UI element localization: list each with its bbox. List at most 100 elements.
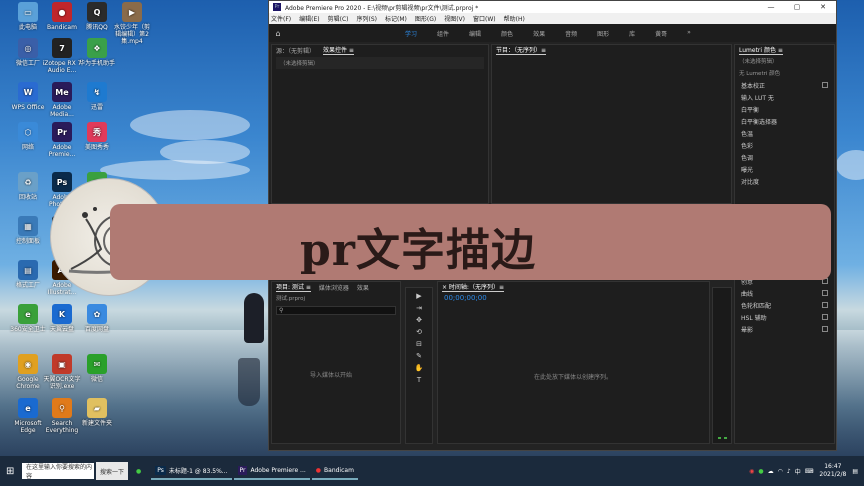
pen-tool-icon[interactable]: ✎: [406, 350, 432, 362]
workspace-assembly[interactable]: 组件: [437, 29, 449, 38]
lumetri-basic[interactable]: 基本校正: [735, 79, 834, 91]
tray-cloud-icon[interactable]: ☁: [768, 468, 774, 475]
minimize-button[interactable]: —: [758, 3, 784, 11]
lumetri-input-lut[interactable]: 输入 LUT 无: [735, 91, 834, 103]
tray-wifi-icon[interactable]: ◠: [778, 468, 783, 475]
desktop-icon-new-folder[interactable]: ▰ 新建文件夹: [77, 398, 117, 427]
lumetri-color-wheels[interactable]: 色轮和匹配: [735, 299, 834, 311]
desktop-icon-izotope[interactable]: 7 iZotope RX 7 Audio E...: [42, 38, 82, 74]
ime-indicator[interactable]: 中: [795, 467, 801, 476]
ocr-app-icon: ▣: [52, 354, 72, 374]
desktop-icon-baidu-pan[interactable]: ✿ 百度网盘: [77, 304, 117, 333]
tab-effect-controls[interactable]: 效果控件 ≡: [323, 45, 354, 55]
more-workspaces-icon[interactable]: »: [687, 29, 691, 38]
desktop-icon-xunlei[interactable]: ↯ 迅雷: [77, 82, 117, 111]
maximize-button[interactable]: ▢: [784, 3, 810, 11]
tray-bandicam-icon[interactable]: ◉: [749, 468, 754, 475]
tab-media-browser[interactable]: 媒体浏览器: [319, 283, 349, 292]
menu-edit[interactable]: 编辑(E): [299, 14, 319, 23]
runner-reflection: [238, 358, 260, 406]
desktop-icon-tianyi-cloud[interactable]: K 天翼云盘: [42, 304, 82, 333]
window-title: Adobe Premiere Pro 2020 - E:\视频\pr剪辑视频\p…: [285, 4, 479, 12]
lumetri-exposure[interactable]: 曝光: [735, 163, 834, 175]
desktop-icon-huawei-assistant[interactable]: ❖ 华为手机助手: [77, 38, 117, 67]
search-button[interactable]: 搜索一下: [96, 462, 129, 480]
tray-volume-icon[interactable]: ♪: [787, 468, 791, 475]
notification-icon[interactable]: ▤: [852, 468, 858, 475]
taskbar-search-input[interactable]: 在这里输入你要搜索的内容: [22, 463, 94, 480]
lumetri-contrast[interactable]: 对比度: [735, 175, 834, 187]
workspace-color[interactable]: 颜色: [501, 29, 513, 38]
menu-graphics[interactable]: 图形(G): [415, 14, 436, 23]
tray-wechat-icon[interactable]: ●: [758, 468, 763, 475]
desktop-icon-label: 控制面板: [15, 238, 40, 245]
desktop-icon-label: 天翼OCR文字识别.exe: [43, 376, 81, 390]
lumetri-vignette[interactable]: 晕影: [735, 323, 834, 335]
tab-effects[interactable]: 效果: [357, 283, 369, 292]
type-tool-icon[interactable]: T: [406, 374, 432, 386]
lumetri-white-balance[interactable]: 白平衡: [735, 103, 834, 115]
tab-timeline[interactable]: × 时间轴:（无序列）≡: [442, 282, 504, 292]
track-select-tool-icon[interactable]: ⇥: [406, 302, 432, 314]
desktop-icon-label: Adobe Media...: [50, 104, 74, 118]
tab-program[interactable]: 节目：（无序列）≡: [496, 45, 547, 55]
desktop-icon-video-file[interactable]: ▶ 水饺少年（剪辑编辑）第2集.mp4: [112, 2, 152, 45]
tab-source[interactable]: 源：（无剪辑）: [276, 46, 315, 55]
desktop-icon-meitu[interactable]: 秀美图秀秀: [77, 122, 117, 151]
task-premiere[interactable]: Pr Adobe Premiere ...: [233, 462, 310, 480]
timeline-timecode[interactable]: 00;00;00;00: [438, 292, 709, 304]
desktop-icon-adobe-premiere[interactable]: Pr Adobe Premie...: [42, 122, 82, 158]
tray-keyboard-icon[interactable]: ⌨: [805, 468, 814, 475]
desktop-icon-ocr-app[interactable]: ▣ 天翼OCR文字识别.exe: [42, 354, 82, 390]
slip-tool-icon[interactable]: ⊟: [406, 338, 432, 350]
workspace-effects[interactable]: 效果: [533, 29, 545, 38]
workspace-custom[interactable]: 黄哥: [655, 29, 667, 38]
tools-panel: ▶ ⇥ ✥ ⟲ ⊟ ✎ ✋ T: [405, 287, 433, 444]
menu-sequence[interactable]: 序列(S): [357, 14, 378, 23]
desktop-icon-label: Search Everything: [45, 420, 79, 434]
tab-project[interactable]: 项目: 测试 ≡: [276, 282, 311, 292]
lumetri-tone[interactable]: 色调: [735, 151, 834, 163]
workspace-libraries[interactable]: 库: [629, 29, 635, 38]
menu-view[interactable]: 视图(V): [444, 14, 465, 23]
workspace-audio[interactable]: 音频: [565, 29, 577, 38]
desktop-icon-label: 腾讯QQ: [86, 24, 108, 31]
desktop-icon-qq[interactable]: Q 腾讯QQ: [77, 2, 117, 31]
workspace-editing[interactable]: 编辑: [469, 29, 481, 38]
desktop-icon-wechat[interactable]: ✉ 微信: [77, 354, 117, 383]
menu-clip[interactable]: 剪辑(C): [328, 14, 349, 23]
desktop-icon-everything[interactable]: ⚲ Search Everything: [42, 398, 82, 434]
menu-window[interactable]: 窗口(W): [473, 14, 496, 23]
source-clip-label: （未选择剪辑）: [276, 57, 484, 69]
lumetri-temperature[interactable]: 色温: [735, 127, 834, 139]
title-bar: Pr Adobe Premiere Pro 2020 - E:\视频\pr剪辑视…: [269, 1, 836, 13]
desktop-icon-adobe-media-encoder[interactable]: Me Adobe Media...: [42, 82, 82, 118]
lumetri-effect-select[interactable]: 无 Lumetri 颜色: [735, 67, 834, 79]
lumetri-hsl[interactable]: HSL 辅助: [735, 311, 834, 323]
task-bandicam[interactable]: ● Bandicam: [311, 462, 358, 480]
lumetri-tint[interactable]: 色彩: [735, 139, 834, 151]
tab-lumetri[interactable]: Lumetri 颜色 ≡: [739, 45, 783, 55]
menu-file[interactable]: 文件(F): [271, 14, 291, 23]
network-icon: ⬡: [18, 122, 38, 142]
lumetri-wb-picker[interactable]: 白平衡选择器: [735, 115, 834, 127]
windows-start-icon[interactable]: ⊞: [6, 466, 14, 477]
lumetri-curves[interactable]: 曲线: [735, 287, 834, 299]
ripple-edit-tool-icon[interactable]: ✥: [406, 314, 432, 326]
selection-tool-icon[interactable]: ▶: [406, 290, 432, 302]
home-icon[interactable]: ⌂: [269, 29, 287, 38]
task-photoshop[interactable]: Ps 未标题-1 @ 83.5%...: [151, 462, 232, 480]
meitu-icon: 秀: [87, 122, 107, 142]
menu-help[interactable]: 帮助(H): [504, 14, 525, 23]
workspace-learning[interactable]: 学习: [405, 29, 417, 38]
green-app-icon[interactable]: ●: [136, 468, 141, 475]
control-panel-icon: ▦: [18, 216, 38, 236]
hand-tool-icon[interactable]: ✋: [406, 362, 432, 374]
razor-tool-icon[interactable]: ⟲: [406, 326, 432, 338]
clock[interactable]: 16:47 2021/2/8: [819, 463, 846, 479]
close-button[interactable]: ✕: [810, 3, 836, 11]
desktop-icon-bandicam[interactable]: ● Bandicam: [42, 2, 82, 31]
menu-markers[interactable]: 标记(M): [385, 14, 407, 23]
project-search-input[interactable]: ⚲: [276, 306, 396, 315]
workspace-graphics[interactable]: 图形: [597, 29, 609, 38]
